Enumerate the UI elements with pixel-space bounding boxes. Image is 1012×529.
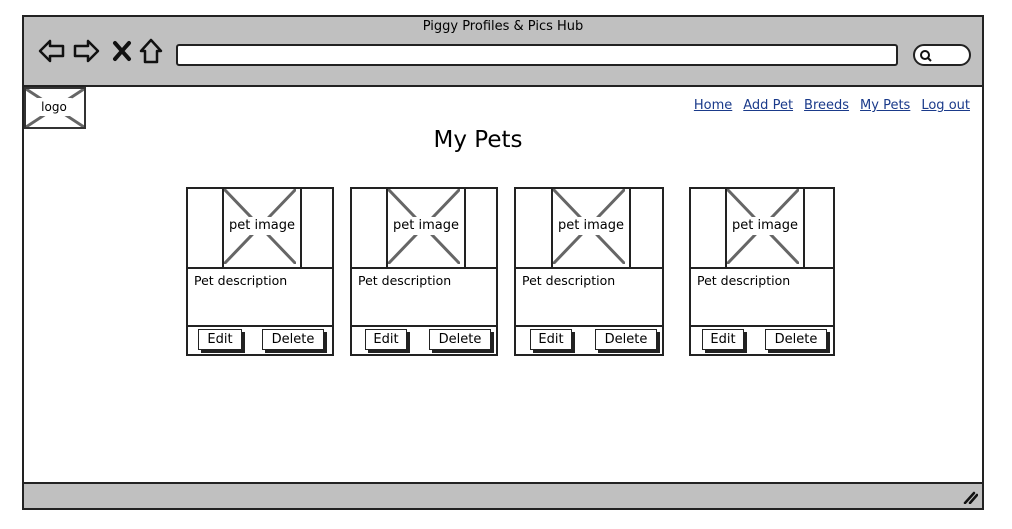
nav-log-out[interactable]: Log out <box>921 98 970 113</box>
pet-description: Pet description <box>350 267 498 327</box>
status-bar <box>22 482 984 510</box>
delete-button[interactable]: Delete <box>765 329 827 350</box>
pet-card: pet image Pet description Edit Delete <box>514 187 664 356</box>
pet-image: pet image <box>725 187 805 270</box>
pet-card: pet image Pet description Edit Delete <box>689 187 835 356</box>
nav-my-pets[interactable]: My Pets <box>860 98 910 113</box>
pet-image-label: pet image <box>227 217 297 235</box>
edit-button[interactable]: Edit <box>198 329 242 350</box>
nav-breeds[interactable]: Breeds <box>804 98 849 113</box>
close-icon[interactable] <box>108 36 138 66</box>
resize-grip-icon[interactable] <box>962 490 978 504</box>
pet-description: Pet description <box>689 267 835 327</box>
pet-image: pet image <box>222 187 302 270</box>
pet-image-label: pet image <box>730 217 800 235</box>
pet-image-label: pet image <box>556 217 626 235</box>
logo-label: logo <box>34 98 74 116</box>
pet-card: pet image Pet description Edit Delete <box>350 187 498 356</box>
edit-button[interactable]: Edit <box>702 329 744 350</box>
pet-image: pet image <box>386 187 466 270</box>
delete-button[interactable]: Delete <box>429 329 491 350</box>
home-icon[interactable] <box>137 36 167 66</box>
page-title: My Pets <box>433 127 523 153</box>
browser-window <box>22 15 984 510</box>
back-arrow-icon[interactable] <box>36 36 66 66</box>
pet-description: Pet description <box>186 267 334 327</box>
top-nav: Home Add Pet Breeds My Pets Log out <box>683 98 970 113</box>
nav-add-pet[interactable]: Add Pet <box>743 98 793 113</box>
edit-button[interactable]: Edit <box>365 329 407 350</box>
delete-button[interactable]: Delete <box>595 329 657 350</box>
search-field[interactable] <box>913 44 971 66</box>
window-title: Piggy Profiles & Pics Hub <box>422 19 584 34</box>
pet-card: pet image Pet description Edit Delete <box>186 187 334 356</box>
forward-arrow-icon[interactable] <box>72 36 102 66</box>
pet-image: pet image <box>551 187 631 270</box>
pet-image-label: pet image <box>391 217 461 235</box>
search-icon <box>920 50 932 62</box>
pet-description: Pet description <box>514 267 664 327</box>
address-bar[interactable] <box>176 44 898 66</box>
delete-button[interactable]: Delete <box>262 329 324 350</box>
edit-button[interactable]: Edit <box>530 329 572 350</box>
nav-home[interactable]: Home <box>694 98 732 113</box>
